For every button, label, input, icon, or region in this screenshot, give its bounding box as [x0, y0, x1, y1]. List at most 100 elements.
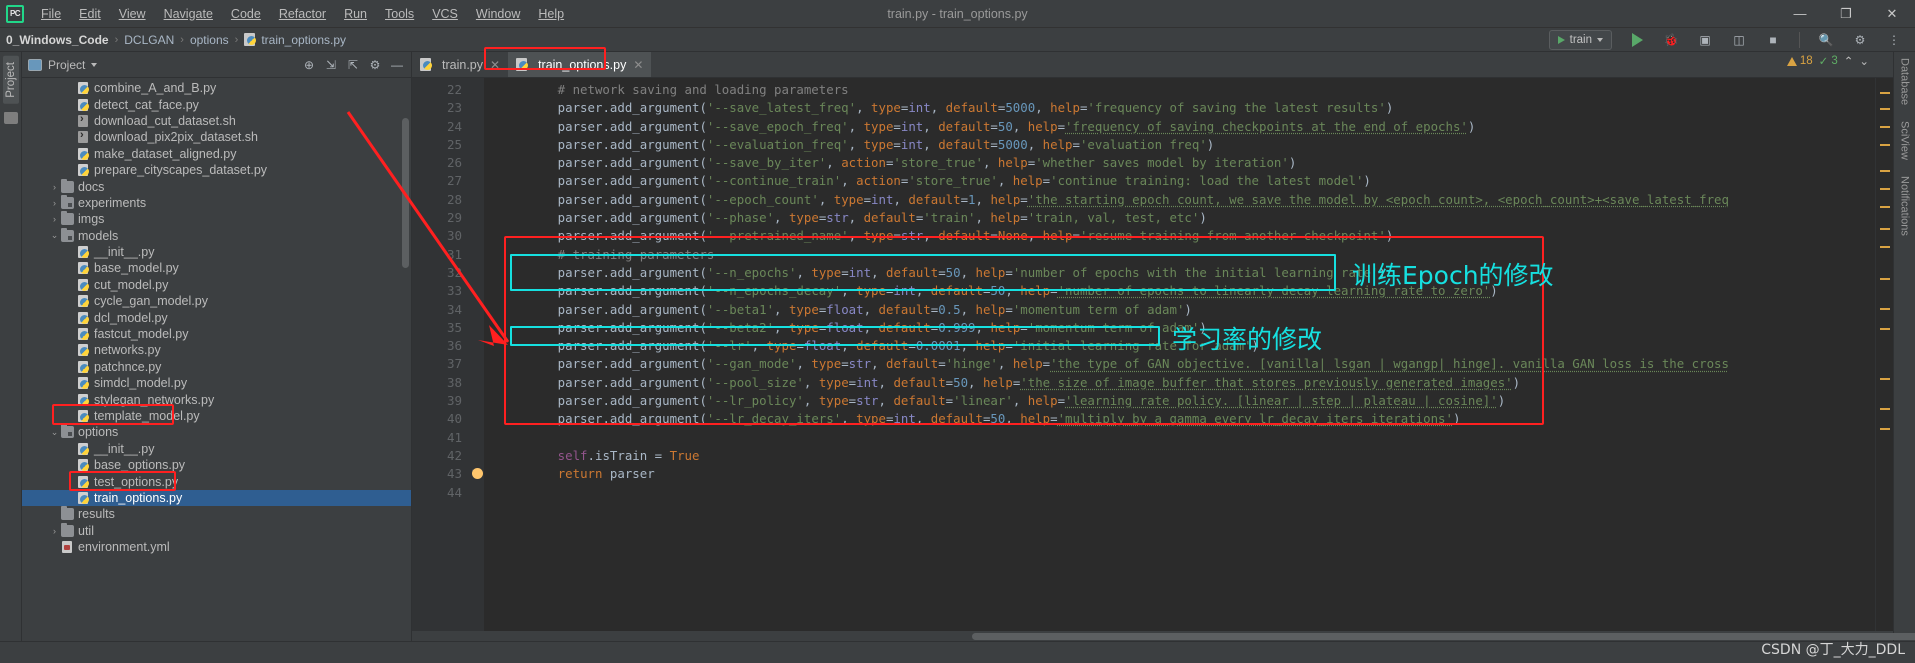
code-line[interactable]: parser.add_argument('--save_latest_freq'…: [484, 99, 1875, 117]
tree-item-cycle-gan-model-py[interactable]: cycle_gan_model.py: [22, 293, 411, 309]
tree-item-dcl-model-py[interactable]: dcl_model.py: [22, 309, 411, 325]
run-configuration-selector[interactable]: train: [1548, 29, 1612, 50]
tool-window-sciview-tab[interactable]: SciView: [1899, 121, 1911, 160]
expand-icon[interactable]: ⇱: [343, 55, 363, 75]
inspection-marker[interactable]: [1880, 428, 1890, 430]
search-icon[interactable]: 🔍: [1814, 29, 1838, 51]
chevron-down-icon[interactable]: ⌄: [48, 427, 61, 438]
tree-item-imgs[interactable]: › imgs: [22, 211, 411, 227]
project-tree[interactable]: combine_A_and_B.pydetect_cat_face.pydown…: [22, 78, 411, 641]
more-icon[interactable]: ⋮: [1882, 29, 1906, 51]
intention-bulb-icon[interactable]: [472, 468, 483, 480]
menu-item-vcs[interactable]: VCS: [423, 0, 467, 27]
inspection-marker[interactable]: [1880, 188, 1890, 190]
code-line[interactable]: return parser: [484, 465, 1875, 483]
menu-item-tools[interactable]: Tools: [376, 0, 423, 27]
tree-item-prepare-cityscapes-dataset-py[interactable]: prepare_cityscapes_dataset.py: [22, 162, 411, 178]
tree-item-experiments[interactable]: › experiments: [22, 194, 411, 211]
code-line[interactable]: parser.add_argument('--save_epoch_freq',…: [484, 118, 1875, 136]
breadcrumb-item-options[interactable]: options: [190, 33, 229, 47]
prev-problem-icon[interactable]: ⌃: [1844, 54, 1854, 68]
next-problem-icon[interactable]: ⌄: [1859, 54, 1869, 68]
tree-item-base-options-py[interactable]: base_options.py: [22, 457, 411, 473]
inspection-widget[interactable]: 18 ✓ 3 ⌃ ⌄: [1786, 54, 1869, 68]
coverage-button[interactable]: ▣: [1693, 29, 1717, 51]
chevron-right-icon[interactable]: ›: [48, 214, 61, 224]
chevron-right-icon[interactable]: ›: [48, 182, 61, 192]
gear-icon[interactable]: ⚙: [1848, 29, 1872, 51]
locate-icon[interactable]: ⊕: [299, 55, 319, 75]
tree-item-download-pix2pix-dataset-sh[interactable]: download_pix2pix_dataset.sh: [22, 129, 411, 145]
close-icon[interactable]: ✕: [633, 58, 643, 72]
chevron-right-icon[interactable]: ›: [48, 198, 61, 208]
inspection-marker[interactable]: [1880, 92, 1890, 94]
tool-window-database-tab[interactable]: Database: [1899, 58, 1911, 105]
code-line[interactable]: # network saving and loading parameters: [484, 81, 1875, 99]
tree-item-patchnce-py[interactable]: patchnce.py: [22, 359, 411, 375]
tree-item-environment-yml[interactable]: environment.yml: [22, 539, 411, 555]
profile-button[interactable]: ◫: [1727, 29, 1751, 51]
menu-item-navigate[interactable]: Navigate: [155, 0, 222, 27]
tool-window-project-tab[interactable]: Project: [2, 56, 19, 104]
inspection-marker[interactable]: [1880, 308, 1890, 310]
tree-item-test-options-py[interactable]: test_options.py: [22, 473, 411, 489]
chevron-down-icon[interactable]: ⌄: [48, 230, 61, 241]
code-line[interactable]: parser.add_argument('--continue_train', …: [484, 172, 1875, 190]
tree-item-fastcut-model-py[interactable]: fastcut_model.py: [22, 326, 411, 342]
code-line[interactable]: parser.add_argument('--lr_decay_iters', …: [484, 410, 1875, 428]
tree-item-networks-py[interactable]: networks.py: [22, 342, 411, 358]
tree-item-docs[interactable]: › docs: [22, 178, 411, 194]
code-line[interactable]: parser.add_argument('--n_epochs', type=i…: [484, 264, 1875, 282]
inspection-marker[interactable]: [1880, 246, 1890, 248]
tree-item-results[interactable]: results: [22, 506, 411, 522]
fold-gutter[interactable]: ⌐: [470, 78, 484, 631]
code-line[interactable]: parser.add_argument('--lr_policy', type=…: [484, 392, 1875, 410]
tree-item--init-py[interactable]: __init__.py: [22, 244, 411, 260]
collapse-all-icon[interactable]: ⇲: [321, 55, 341, 75]
code-line[interactable]: parser.add_argument('--pretrained_name',…: [484, 227, 1875, 245]
inspection-marker[interactable]: [1880, 126, 1890, 128]
close-button[interactable]: ✕: [1869, 0, 1915, 27]
code-line[interactable]: # training parameters: [484, 246, 1875, 264]
code-line[interactable]: parser.add_argument('--gan_mode', type=s…: [484, 355, 1875, 373]
inspection-marker[interactable]: [1880, 108, 1890, 110]
inspection-marker[interactable]: [1880, 378, 1890, 380]
minimize-button[interactable]: —: [1777, 0, 1823, 27]
code-line[interactable]: [484, 484, 1875, 502]
tree-item-options[interactable]: ⌄ options: [22, 424, 411, 440]
tree-item-make-dataset-aligned-py[interactable]: make_dataset_aligned.py: [22, 146, 411, 162]
debug-button[interactable]: 🐞: [1659, 29, 1683, 51]
breadcrumb-item-file[interactable]: train_options.py: [261, 33, 346, 47]
code-line[interactable]: parser.add_argument('--save_by_iter', ac…: [484, 154, 1875, 172]
tool-window-notifications-tab[interactable]: Notifications: [1899, 176, 1911, 236]
code-line[interactable]: parser.add_argument('--phase', type = str,…: [484, 209, 1875, 227]
horizontal-scrollbar[interactable]: [412, 631, 1915, 641]
tree-item-train-options-py[interactable]: train_options.py: [22, 489, 411, 507]
code-line[interactable]: parser.add_argument('--n_epochs_decay', …: [484, 282, 1875, 300]
chevron-down-icon[interactable]: [91, 62, 98, 67]
stop-button[interactable]: ■: [1761, 29, 1785, 51]
tree-item-template-model-py[interactable]: template_model.py: [22, 408, 411, 424]
tree-item-download-cut-dataset-sh[interactable]: download_cut_dataset.sh: [22, 113, 411, 129]
tree-item-base-model-py[interactable]: base_model.py: [22, 260, 411, 276]
code-line[interactable]: parser.add_argument('--evaluation_freq',…: [484, 136, 1875, 154]
inspection-marker[interactable]: [1880, 408, 1890, 410]
run-button[interactable]: [1625, 29, 1649, 51]
menu-item-run[interactable]: Run: [335, 0, 376, 27]
tree-item--init-py[interactable]: __init__.py: [22, 441, 411, 457]
code-line[interactable]: parser.add_argument('--pool_size', type=…: [484, 374, 1875, 392]
code-line[interactable]: parser.add_argument('--beta2', type = floa…: [484, 319, 1875, 337]
gear-icon[interactable]: ⚙: [365, 55, 385, 75]
structure-icon[interactable]: [3, 111, 18, 124]
tree-item-detect-cat-face-py[interactable]: detect_cat_face.py: [22, 96, 411, 112]
hide-panel-icon[interactable]: —: [387, 55, 407, 75]
tree-item-util[interactable]: › util: [22, 522, 411, 539]
inspection-marker[interactable]: [1880, 144, 1890, 146]
tab-train-options-py[interactable]: train_options.py ✕: [508, 52, 652, 77]
code-content[interactable]: # network saving and loading parameters …: [484, 78, 1875, 631]
code-line[interactable]: parser.add_argument('--beta1', type = floa…: [484, 301, 1875, 319]
inspection-marker[interactable]: [1880, 206, 1890, 208]
tree-item-combine-a-and-b-py[interactable]: combine_A_and_B.py: [22, 80, 411, 96]
menu-item-code[interactable]: Code: [222, 0, 270, 27]
tree-item-cut-model-py[interactable]: cut_model.py: [22, 277, 411, 293]
